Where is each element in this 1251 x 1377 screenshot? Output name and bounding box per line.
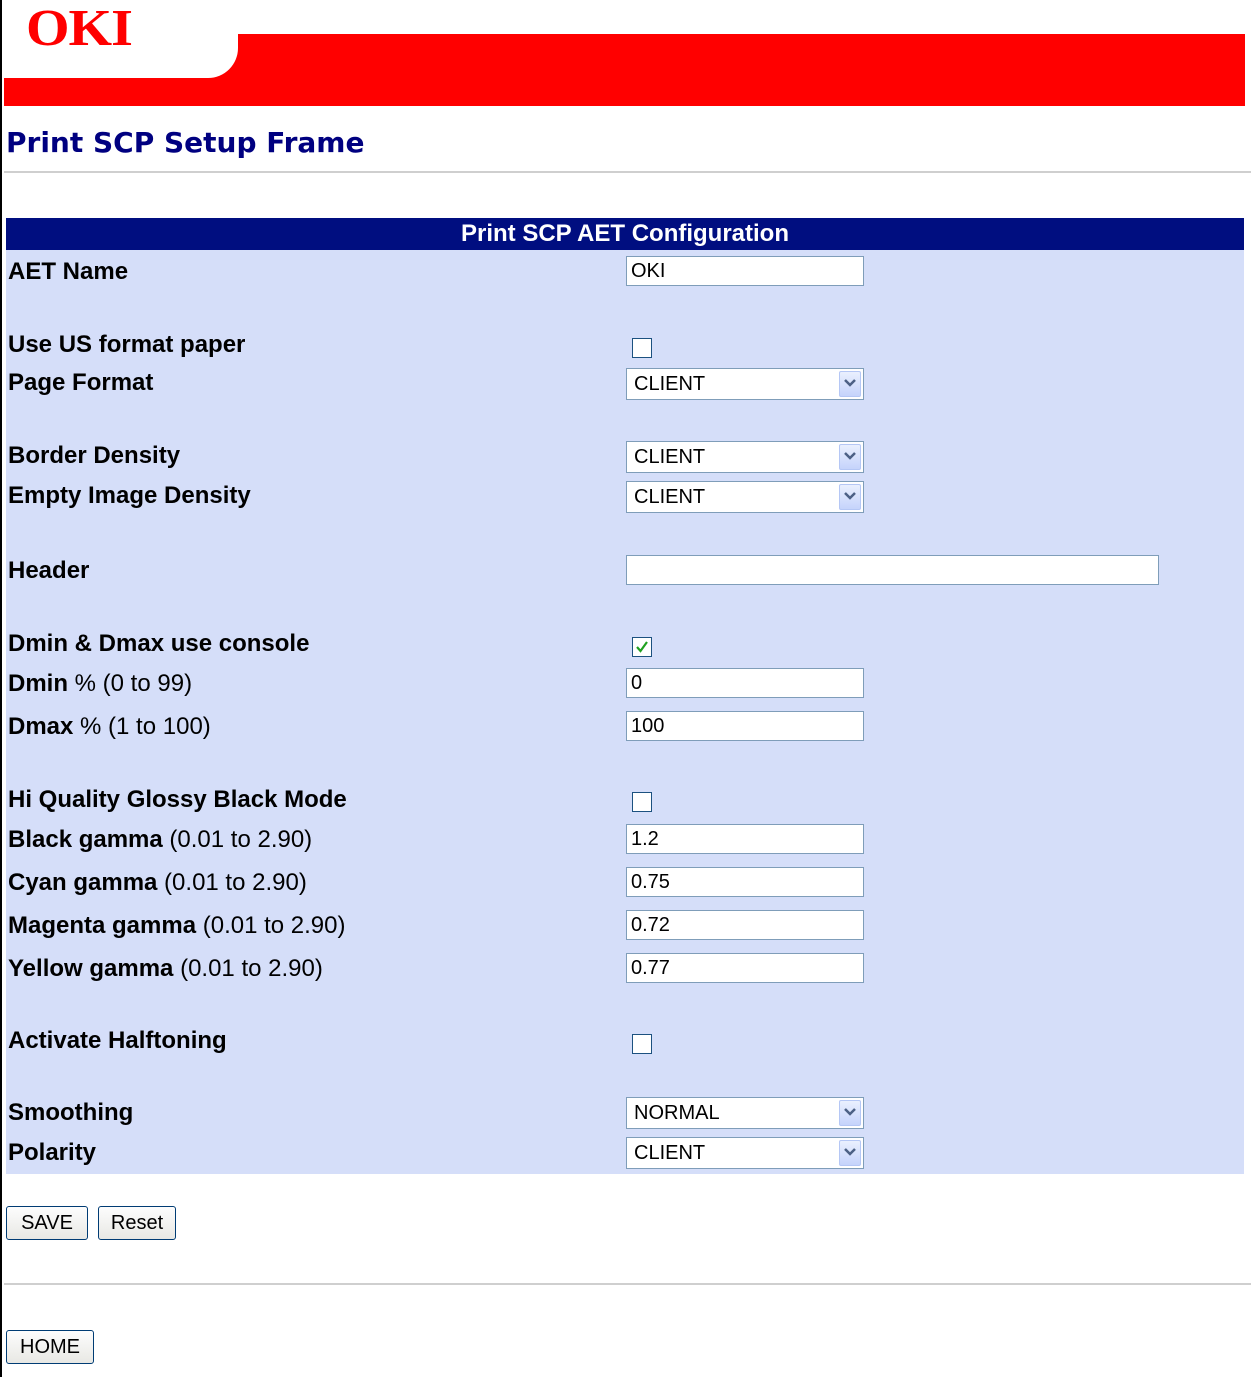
empty-density-select[interactable]: CLIENT [626,481,864,513]
divider [4,1283,1251,1285]
aet-name-input[interactable] [626,256,864,286]
empty-density-label: Empty Image Density [8,482,251,509]
cyan-gamma-input[interactable] [626,867,864,897]
divider [4,171,1251,173]
dmin-input[interactable] [626,668,864,698]
aet-config-panel: Print SCP AET Configuration AET Name Use… [6,218,1244,1174]
oki-logo: OKI [26,0,133,58]
border-density-select[interactable]: CLIENT [626,441,864,473]
dmax-input[interactable] [626,711,864,741]
chevron-down-icon[interactable] [839,371,861,397]
us-paper-label: Use US format paper [8,331,246,358]
check-icon [636,641,648,653]
page-title: Print SCP Setup Frame [6,126,365,159]
glossy-black-label: Hi Quality Glossy Black Mode [8,786,347,813]
left-border [0,0,2,1377]
polarity-label: Polarity [8,1139,97,1166]
chevron-down-icon[interactable] [839,444,861,470]
polarity-value: CLIENT [634,1142,706,1164]
glossy-black-checkbox[interactable] [632,792,652,812]
header-input[interactable] [626,555,1159,585]
yellow-gamma-input[interactable] [626,953,864,983]
border-density-value: CLIENT [634,446,706,468]
smoothing-select[interactable]: NORMAL [626,1097,864,1129]
smoothing-value: NORMAL [634,1102,720,1124]
save-button[interactable]: SAVE [6,1206,88,1240]
page-format-value: CLIENT [634,373,706,395]
black-gamma-label: Black gamma (0.01 to 2.90) [8,826,313,853]
dmin-dmax-console-checkbox[interactable] [632,637,652,657]
reset-button[interactable]: Reset [98,1206,176,1240]
page-format-label: Page Format [8,369,154,396]
header-label: Header [8,557,90,584]
home-button[interactable]: HOME [6,1330,94,1364]
halftoning-label: Activate Halftoning [8,1027,227,1054]
aet-name-label: AET Name [8,258,129,285]
cyan-gamma-label: Cyan gamma (0.01 to 2.90) [8,869,307,896]
yellow-gamma-label: Yellow gamma (0.01 to 2.90) [8,955,323,982]
dmax-label: Dmax % (1 to 100) [8,713,211,740]
magenta-gamma-input[interactable] [626,910,864,940]
chevron-down-icon[interactable] [839,1140,861,1166]
empty-density-value: CLIENT [634,486,706,508]
border-density-label: Border Density [8,442,181,469]
dmin-label: Dmin % (0 to 99) [8,670,193,697]
polarity-select[interactable]: CLIENT [626,1137,864,1169]
us-paper-checkbox[interactable] [632,338,652,358]
page-format-select[interactable]: CLIENT [626,368,864,400]
panel-title: Print SCP AET Configuration [6,218,1244,250]
smoothing-label: Smoothing [8,1099,134,1126]
chevron-down-icon[interactable] [839,1100,861,1126]
magenta-gamma-label: Magenta gamma (0.01 to 2.90) [8,912,346,939]
chevron-down-icon[interactable] [839,484,861,510]
black-gamma-input[interactable] [626,824,864,854]
dmin-dmax-console-label: Dmin & Dmax use console [8,630,310,657]
halftoning-checkbox[interactable] [632,1034,652,1054]
